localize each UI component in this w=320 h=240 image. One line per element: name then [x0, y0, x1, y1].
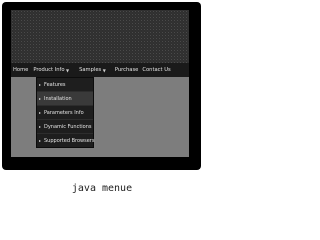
submenu-item-parameters-info[interactable]: Parameters Info — [37, 106, 93, 120]
bullet-arrow-icon — [39, 125, 41, 128]
header-texture — [11, 10, 189, 63]
submenu-item-label: Dynamic Functions — [44, 123, 92, 130]
menu-item-contact-us[interactable]: Contact Us — [142, 63, 170, 77]
submenu-item-dynamic-functions[interactable]: Dynamic Functions — [37, 120, 93, 134]
menu-item-purchase[interactable]: Purchase — [115, 63, 139, 77]
submenu-item-label: Features — [44, 81, 66, 88]
chevron-down-icon: ▼ — [66, 67, 70, 73]
menu-item-label: Product Info — [33, 67, 65, 73]
bullet-arrow-icon — [39, 139, 41, 142]
bullet-arrow-icon — [39, 111, 41, 114]
caption-text: java menue — [71, 183, 133, 194]
submenu-item-features[interactable]: Features — [37, 78, 93, 92]
menu-item-label: Home — [13, 67, 29, 73]
menu-item-label: Purchase — [114, 67, 139, 73]
product-info-submenu: Features Installation Parameters Info Dy… — [36, 77, 94, 148]
submenu-item-installation[interactable]: Installation — [37, 92, 93, 106]
submenu-item-label: Supported Browsers — [44, 137, 95, 144]
menu-item-label: Samples — [79, 67, 102, 73]
menu-item-product-info[interactable]: Product Info ▼ — [33, 63, 69, 77]
submenu-item-label: Parameters Info — [44, 109, 84, 116]
bullet-arrow-icon — [39, 97, 41, 100]
menu-bar: Home Product Info ▼ Samples ▼ Purchase C… — [11, 63, 189, 77]
menu-item-samples[interactable]: Samples ▼ — [79, 63, 106, 77]
chevron-down-icon: ▼ — [102, 67, 106, 73]
menu-item-home[interactable]: Home — [13, 63, 28, 77]
submenu-item-label: Installation — [44, 95, 72, 102]
submenu-item-supported-browsers[interactable]: Supported Browsers — [37, 134, 95, 147]
bullet-arrow-icon — [39, 83, 41, 86]
menu-item-label: Contact Us — [142, 67, 171, 73]
